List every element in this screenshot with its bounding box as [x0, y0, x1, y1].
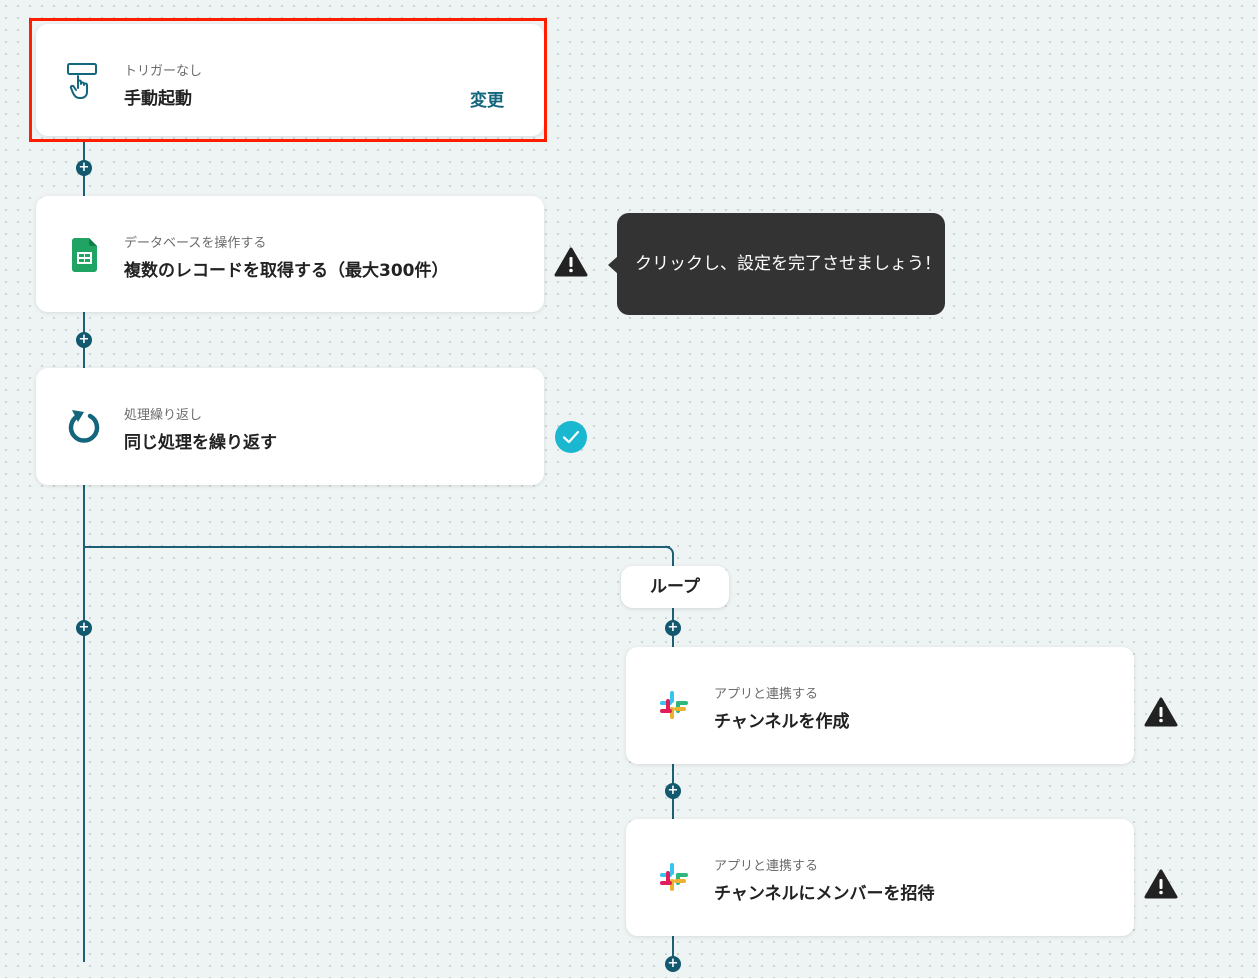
step-card-create-channel[interactable]: アプリと連携する チャンネルを作成 — [626, 647, 1134, 764]
step-subtitle: データベースを操作する — [124, 236, 267, 251]
slack-icon — [658, 861, 690, 897]
step-card-invite-members[interactable]: アプリと連携する チャンネルにメンバーを招待 — [626, 819, 1134, 936]
tooltip-arrow — [608, 256, 618, 274]
warning-icon — [1144, 869, 1178, 899]
tooltip-text: クリックし、設定を完了させましょう！ — [635, 254, 941, 274]
google-sheets-icon — [72, 238, 104, 274]
slack-icon — [658, 689, 690, 725]
add-loop-step-button[interactable]: + — [665, 620, 681, 636]
loop-label[interactable]: ループ — [621, 566, 729, 608]
add-step-button[interactable]: + — [76, 160, 92, 176]
step-title: チャンネルにメンバーを招待 — [714, 884, 935, 904]
repeat-icon — [66, 406, 100, 443]
warning-icon — [554, 247, 588, 277]
step-subtitle: アプリと連携する — [714, 687, 819, 702]
flow-canvas: + + + + + + トリガーなし 手動起動 変更 データベースを操作する 複… — [0, 0, 1258, 978]
warning-icon — [1144, 697, 1178, 727]
add-loop-step-button[interactable]: + — [665, 783, 681, 799]
add-step-button[interactable]: + — [76, 332, 92, 348]
step-card-repeat[interactable]: 処理繰り返し 同じ処理を繰り返す — [36, 368, 544, 485]
step-title: 同じ処理を繰り返す — [124, 433, 277, 453]
add-loop-step-button[interactable]: + — [665, 956, 681, 972]
step-subtitle: 処理繰り返し — [124, 408, 203, 423]
add-step-button[interactable]: + — [76, 620, 92, 636]
step-title: チャンネルを作成 — [714, 712, 850, 732]
loop-branch-line — [84, 546, 670, 548]
selected-highlight-frame — [29, 18, 547, 142]
step-title: 複数のレコードを取得する（最大300件） — [124, 261, 449, 281]
setup-tooltip: クリックし、設定を完了させましょう！ — [608, 213, 945, 315]
step-subtitle: アプリと連携する — [714, 859, 819, 874]
step-card-get-records[interactable]: データベースを操作する 複数のレコードを取得する（最大300件） — [36, 196, 544, 312]
check-icon — [555, 421, 587, 453]
